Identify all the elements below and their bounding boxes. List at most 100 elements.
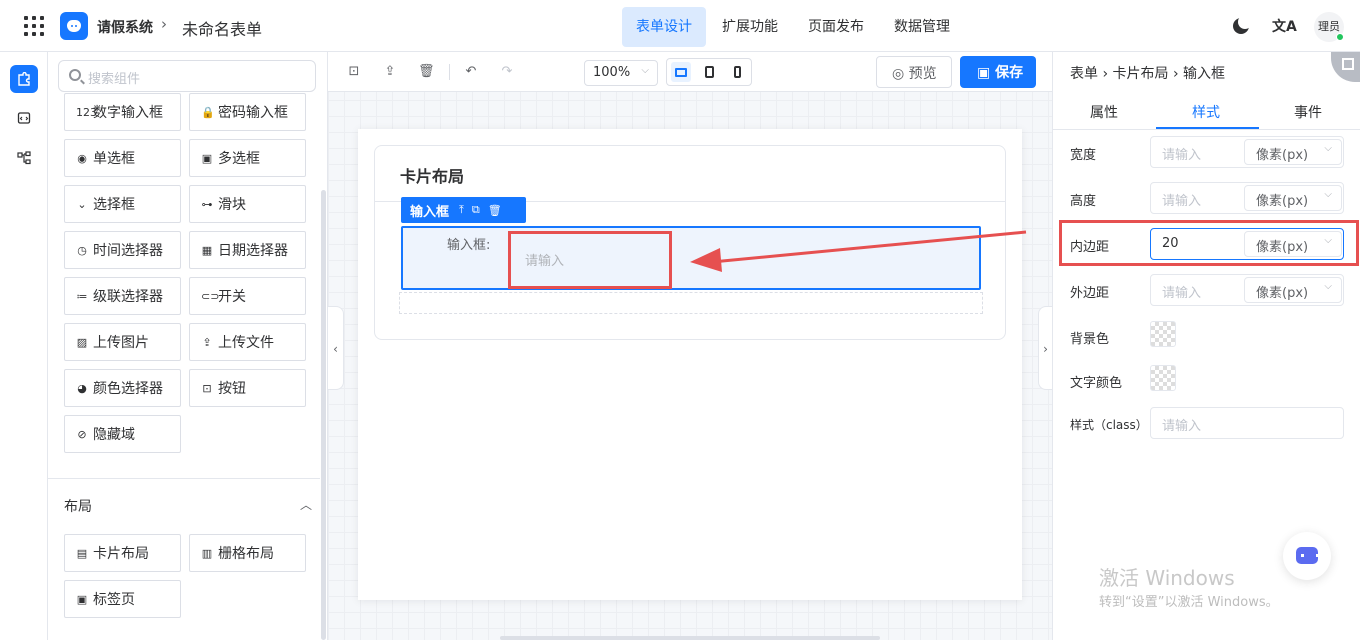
component-hidden-field[interactable]: ⊘ 隐藏域 <box>64 415 181 453</box>
component-radio[interactable]: ◉ 单选框 <box>64 139 181 177</box>
component-label: 栅格布局 <box>218 546 274 562</box>
component-cascader[interactable]: ≔ 级联选择器 <box>64 277 181 315</box>
component-number-input[interactable]: 123 数字输入框 <box>64 93 181 131</box>
component-select[interactable]: ⌄ 选择框 <box>64 185 181 223</box>
card-layout[interactable]: 卡片布局 输入框 ⤒ ⧉ 🗑 输入框: 请输入 <box>374 145 1006 340</box>
preview-button[interactable]: ◎ 预览 <box>876 56 952 88</box>
component-search-input[interactable]: 搜索组件 <box>58 60 316 92</box>
tablet-icon[interactable] <box>699 62 719 82</box>
app-logo <box>60 12 88 40</box>
language-icon[interactable]: 文A <box>1272 16 1297 36</box>
width-input[interactable]: 请输入 像素(px) ⌵ <box>1150 136 1344 168</box>
component-label: 上传文件 <box>218 335 274 351</box>
button-icon: ⊡ <box>202 381 212 395</box>
margin-label: 外边距 <box>1070 286 1110 301</box>
palette-icon: ◕ <box>77 381 87 395</box>
online-status-dot <box>1336 33 1344 41</box>
component-upload-image[interactable]: ▨ 上传图片 <box>64 323 181 361</box>
component-color-picker[interactable]: ◕ 颜色选择器 <box>64 369 181 407</box>
export-icon[interactable]: ⇪ <box>382 64 398 80</box>
checkbox-icon: ▣ <box>201 151 213 165</box>
breadcrumb-separator: › <box>161 15 167 33</box>
desktop-icon[interactable] <box>671 62 691 82</box>
unit-label: 像素(px) <box>1256 286 1309 301</box>
code-icon[interactable]: ⊡ <box>346 64 362 80</box>
tabs-icon: ▣ <box>76 592 88 606</box>
width-unit-select[interactable]: 像素(px) ⌵ <box>1244 139 1342 165</box>
canvas-scrollbar[interactable] <box>500 636 880 640</box>
component-time-picker[interactable]: ◷ 时间选择器 <box>64 231 181 269</box>
highlight-box <box>508 231 672 289</box>
bg-color-swatch[interactable] <box>1150 321 1176 347</box>
component-upload-file[interactable]: ⇪ 上传文件 <box>189 323 306 361</box>
upload-icon: ⇪ <box>202 335 212 349</box>
section-divider <box>48 478 320 479</box>
components-rail-icon[interactable] <box>10 65 38 93</box>
activation-watermark-title: 激活 Windows <box>1099 566 1235 590</box>
collapse-left-handle[interactable]: ‹ <box>328 306 344 390</box>
component-grid-layout[interactable]: ▥ 栅格布局 <box>189 534 306 572</box>
margin-unit-select[interactable]: 像素(px) ⌵ <box>1244 277 1342 303</box>
component-password-input[interactable]: 🔒 密码输入框 <box>189 93 306 131</box>
component-label: 颜色选择器 <box>93 381 163 397</box>
text-color-label: 文字颜色 <box>1070 376 1123 391</box>
class-input[interactable]: 请输入 <box>1150 407 1344 439</box>
component-label: 滑块 <box>218 197 246 213</box>
component-label: 多选框 <box>218 151 260 167</box>
form-name[interactable]: 未命名表单 <box>182 16 262 40</box>
drop-zone[interactable] <box>399 292 983 314</box>
chevron-down-icon: ⌵ <box>1324 143 1332 154</box>
columns-icon: ▥ <box>201 546 213 560</box>
component-date-picker[interactable]: ▦ 日期选择器 <box>189 231 306 269</box>
component-card-layout[interactable]: ▤ 卡片布局 <box>64 534 181 572</box>
tab-attributes[interactable]: 属性 <box>1090 102 1118 122</box>
trash-icon[interactable]: 🗑 <box>418 64 435 80</box>
fullscreen-icon[interactable] <box>1331 52 1360 82</box>
height-input[interactable]: 请输入 像素(px) ⌵ <box>1150 182 1344 214</box>
component-label: 密码输入框 <box>218 105 288 121</box>
margin-input[interactable]: 请输入 像素(px) ⌵ <box>1150 274 1344 306</box>
text-color-swatch[interactable] <box>1150 365 1176 391</box>
height-unit-select[interactable]: 像素(px) ⌵ <box>1244 185 1342 211</box>
tab-data-management[interactable]: 数据管理 <box>880 7 964 47</box>
tab-events[interactable]: 事件 <box>1294 102 1322 122</box>
component-switch[interactable]: ⊂⊃ 开关 <box>189 277 306 315</box>
activation-watermark-hint: 转到“设置”以激活 Windows。 <box>1099 595 1279 610</box>
class-label: 样式（class） <box>1070 418 1148 432</box>
component-button[interactable]: ⊡ 按钮 <box>189 369 306 407</box>
app-grid-icon[interactable] <box>24 16 44 36</box>
tab-publish[interactable]: 页面发布 <box>794 7 878 47</box>
collapse-right-handle[interactable]: › <box>1038 306 1052 390</box>
selected-input-field[interactable]: 输入框: 请输入 <box>401 226 981 290</box>
save-button[interactable]: ▣ 保存 <box>960 56 1036 88</box>
tab-style[interactable]: 样式 <box>1192 102 1220 122</box>
chat-assistant-icon[interactable] <box>1283 532 1331 580</box>
component-slider[interactable]: ⊶ 滑块 <box>189 185 306 223</box>
dark-mode-icon[interactable] <box>1233 15 1252 34</box>
component-tabs[interactable]: ▣ 标签页 <box>64 580 181 618</box>
copy-icon[interactable]: ⧉ <box>472 203 480 217</box>
padding-unit-select[interactable]: 像素(px) ⌵ <box>1244 231 1342 257</box>
delete-icon[interactable]: 🗑 <box>488 204 502 217</box>
tab-extensions[interactable]: 扩展功能 <box>708 7 792 47</box>
toolbar-divider <box>449 64 450 80</box>
code-rail-icon[interactable] <box>10 104 38 132</box>
chevron-down-icon: ⌵ <box>1324 189 1332 200</box>
undo-icon[interactable]: ↶ <box>463 64 479 80</box>
component-checkbox[interactable]: ▣ 多选框 <box>189 139 306 177</box>
tree-rail-icon[interactable] <box>10 144 38 172</box>
component-label: 开关 <box>218 289 246 305</box>
unit-label: 像素(px) <box>1256 194 1309 209</box>
zoom-select[interactable]: 100% ⌵ <box>584 60 658 86</box>
phone-icon[interactable] <box>727 62 747 82</box>
image-icon: ▨ <box>76 335 88 349</box>
unit-label: 像素(px) <box>1256 148 1309 163</box>
redo-icon[interactable]: ↷ <box>499 64 515 80</box>
tab-form-design[interactable]: 表单设计 <box>622 7 706 47</box>
chevron-up-icon[interactable]: ︿ <box>300 496 312 513</box>
panel-scrollbar[interactable] <box>321 190 326 640</box>
padding-input[interactable]: 20 像素(px) ⌵ <box>1150 228 1344 260</box>
eye-off-icon: ⊘ <box>77 427 87 441</box>
save-icon: ▣ <box>977 65 996 81</box>
move-up-icon[interactable]: ⤒ <box>459 203 464 217</box>
